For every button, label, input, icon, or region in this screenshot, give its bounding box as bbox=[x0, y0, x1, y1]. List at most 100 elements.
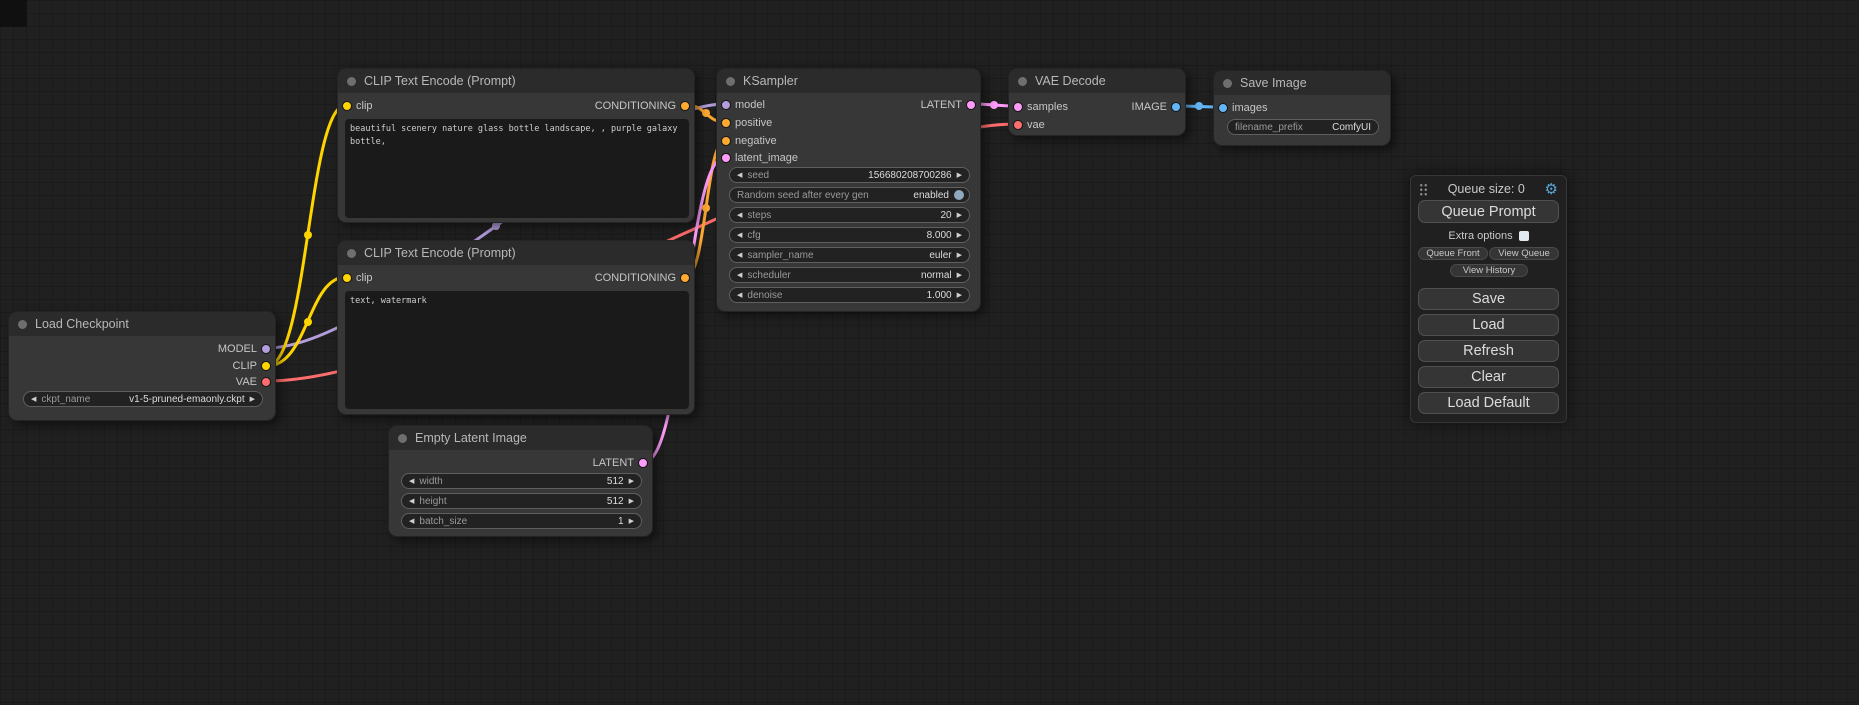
node-header[interactable]: VAE Decode bbox=[1009, 69, 1185, 93]
refresh-button[interactable]: Refresh bbox=[1418, 340, 1559, 362]
port-image-output[interactable] bbox=[1171, 102, 1181, 112]
port-clip-output[interactable] bbox=[261, 361, 271, 371]
right-arrow-icon[interactable] bbox=[957, 292, 962, 299]
widget-scheduler[interactable]: scheduler normal bbox=[729, 267, 970, 283]
left-arrow-icon[interactable] bbox=[737, 272, 742, 279]
node-header[interactable]: Save Image bbox=[1214, 71, 1390, 95]
left-arrow-icon[interactable] bbox=[737, 292, 742, 299]
load-default-button[interactable]: Load Default bbox=[1418, 392, 1559, 414]
left-arrow-icon[interactable] bbox=[409, 498, 414, 505]
node-header[interactable]: KSampler bbox=[717, 69, 980, 93]
right-arrow-icon[interactable] bbox=[957, 212, 962, 219]
port-latent-image-input[interactable] bbox=[721, 153, 731, 163]
slot-label: images bbox=[1232, 102, 1267, 114]
output-slot-clip: CLIP bbox=[9, 358, 275, 374]
input-slot-latent-image: latent_image bbox=[717, 150, 980, 166]
widget-steps[interactable]: steps 20 bbox=[729, 207, 970, 223]
node-save-image[interactable]: Save Image images filename_prefix ComfyU… bbox=[1213, 70, 1391, 146]
comfyui-canvas[interactable]: Load Checkpoint MODEL CLIP VAE ckpt_name… bbox=[0, 0, 1859, 705]
widget-width[interactable]: width 512 bbox=[401, 473, 642, 489]
widget-batch-size[interactable]: batch_size 1 bbox=[401, 513, 642, 529]
widget-value: 8.000 bbox=[927, 230, 952, 241]
collapse-dot-icon[interactable] bbox=[347, 77, 356, 86]
widget-label: Random seed after every gen bbox=[737, 190, 869, 201]
port-latent-output[interactable] bbox=[966, 100, 976, 110]
right-arrow-icon[interactable] bbox=[957, 252, 962, 259]
extra-options-label: Extra options bbox=[1448, 230, 1512, 242]
port-conditioning-output[interactable] bbox=[680, 273, 690, 283]
save-button[interactable]: Save bbox=[1418, 288, 1559, 310]
port-vae-input[interactable] bbox=[1013, 120, 1023, 130]
widget-cfg[interactable]: cfg 8.000 bbox=[729, 227, 970, 243]
left-arrow-icon[interactable] bbox=[737, 212, 742, 219]
node-ksampler[interactable]: KSampler model positive negative latent_… bbox=[716, 68, 981, 312]
widget-label: filename_prefix bbox=[1235, 122, 1303, 133]
queue-front-button[interactable]: Queue Front bbox=[1418, 247, 1488, 260]
node-clip-text-encode-negative[interactable]: CLIP Text Encode (Prompt) clip CONDITION… bbox=[337, 240, 695, 415]
widget-value: 156680208700286 bbox=[868, 170, 951, 181]
right-arrow-icon[interactable] bbox=[629, 498, 634, 505]
left-arrow-icon[interactable] bbox=[737, 252, 742, 259]
widget-sampler-name[interactable]: sampler_name euler bbox=[729, 247, 970, 263]
prompt-textarea-positive[interactable]: beautiful scenery nature glass bottle la… bbox=[345, 119, 689, 218]
toggle-knob-icon[interactable] bbox=[954, 190, 964, 200]
port-model-output[interactable] bbox=[261, 344, 271, 354]
queue-panel: Queue size: 0 Queue Prompt Extra options… bbox=[1410, 175, 1567, 423]
widget-ckpt-name[interactable]: ckpt_name v1-5-pruned-emaonly.ckpt bbox=[23, 391, 263, 407]
left-arrow-icon[interactable] bbox=[409, 478, 414, 485]
port-positive-input[interactable] bbox=[721, 118, 731, 128]
clear-button[interactable]: Clear bbox=[1418, 366, 1559, 388]
node-vae-decode[interactable]: VAE Decode samples vae IMAGE bbox=[1008, 68, 1186, 136]
right-arrow-icon[interactable] bbox=[629, 478, 634, 485]
extra-options-checkbox[interactable] bbox=[1519, 231, 1529, 241]
settings-gear-icon[interactable] bbox=[1545, 182, 1558, 197]
widget-random-seed-toggle[interactable]: Random seed after every gen enabled bbox=[729, 187, 970, 203]
view-history-button[interactable]: View History bbox=[1450, 264, 1528, 277]
slot-label: IMAGE bbox=[1132, 101, 1167, 113]
node-header[interactable]: Empty Latent Image bbox=[389, 426, 652, 450]
widget-value: enabled bbox=[913, 190, 949, 201]
node-load-checkpoint[interactable]: Load Checkpoint MODEL CLIP VAE ckpt_name… bbox=[8, 311, 276, 421]
widget-value: 20 bbox=[940, 210, 951, 221]
collapse-dot-icon[interactable] bbox=[398, 434, 407, 443]
drag-handle-icon[interactable] bbox=[1419, 183, 1428, 196]
port-images-input[interactable] bbox=[1218, 103, 1228, 113]
collapse-dot-icon[interactable] bbox=[347, 249, 356, 258]
node-header[interactable]: CLIP Text Encode (Prompt) bbox=[338, 69, 694, 93]
right-arrow-icon[interactable] bbox=[250, 396, 255, 403]
prompt-textarea-negative[interactable]: text, watermark bbox=[345, 291, 689, 409]
wire-dot bbox=[990, 101, 998, 109]
port-latent-output[interactable] bbox=[638, 458, 648, 468]
widget-seed[interactable]: seed 156680208700286 bbox=[729, 167, 970, 183]
view-queue-button[interactable]: View Queue bbox=[1489, 247, 1559, 260]
output-slot-conditioning: CONDITIONING bbox=[338, 270, 694, 286]
widget-filename-prefix[interactable]: filename_prefix ComfyUI bbox=[1227, 119, 1379, 135]
node-empty-latent-image[interactable]: Empty Latent Image LATENT width 512 heig… bbox=[388, 425, 653, 537]
right-arrow-icon[interactable] bbox=[957, 172, 962, 179]
queue-prompt-button[interactable]: Queue Prompt bbox=[1418, 200, 1559, 223]
node-header[interactable]: CLIP Text Encode (Prompt) bbox=[338, 241, 694, 265]
right-arrow-icon[interactable] bbox=[629, 518, 634, 525]
port-conditioning-output[interactable] bbox=[680, 101, 690, 111]
collapse-dot-icon[interactable] bbox=[1223, 79, 1232, 88]
collapse-dot-icon[interactable] bbox=[726, 77, 735, 86]
right-arrow-icon[interactable] bbox=[957, 232, 962, 239]
node-header[interactable]: Load Checkpoint bbox=[9, 312, 275, 336]
widget-denoise[interactable]: denoise 1.000 bbox=[729, 287, 970, 303]
left-arrow-icon[interactable] bbox=[31, 396, 36, 403]
left-arrow-icon[interactable] bbox=[737, 232, 742, 239]
left-arrow-icon[interactable] bbox=[409, 518, 414, 525]
port-negative-input[interactable] bbox=[721, 136, 731, 146]
right-arrow-icon[interactable] bbox=[957, 272, 962, 279]
collapse-dot-icon[interactable] bbox=[1018, 77, 1027, 86]
widget-label: steps bbox=[747, 210, 771, 221]
collapse-dot-icon[interactable] bbox=[18, 320, 27, 329]
widget-height[interactable]: height 512 bbox=[401, 493, 642, 509]
load-button[interactable]: Load bbox=[1418, 314, 1559, 336]
port-vae-output[interactable] bbox=[261, 377, 271, 387]
slot-label: CONDITIONING bbox=[595, 100, 676, 112]
queue-size-label: Queue size: 0 bbox=[1428, 182, 1545, 196]
node-clip-text-encode-positive[interactable]: CLIP Text Encode (Prompt) clip CONDITION… bbox=[337, 68, 695, 223]
left-arrow-icon[interactable] bbox=[737, 172, 742, 179]
widget-value: 512 bbox=[607, 476, 624, 487]
